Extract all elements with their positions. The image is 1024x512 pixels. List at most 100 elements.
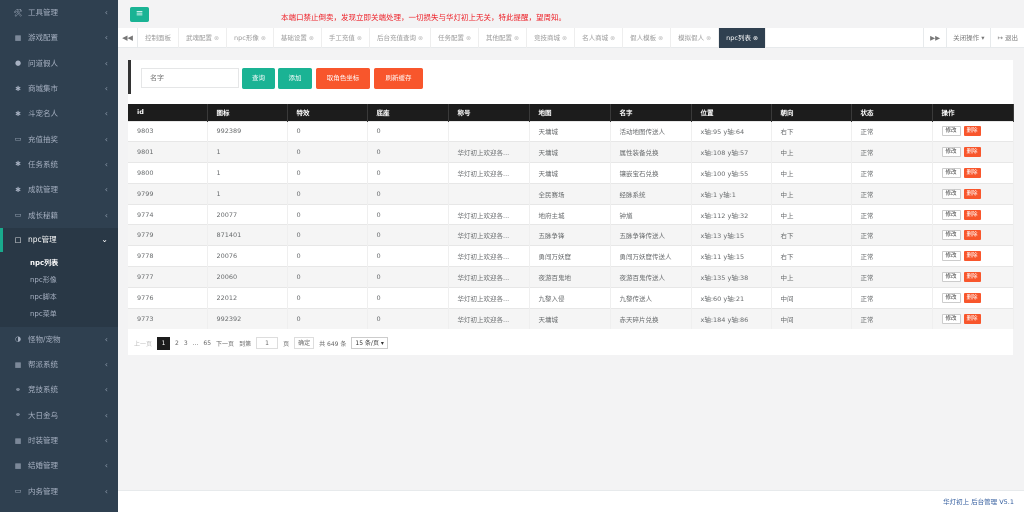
close-icon[interactable]: ⊗: [610, 35, 615, 42]
sidebar-item[interactable]: ◑ 怪物/宠物 ‹: [0, 327, 118, 352]
table-cell: 0: [367, 266, 449, 288]
add-button[interactable]: 添加: [278, 68, 312, 89]
tab[interactable]: 控制面板: [138, 27, 179, 48]
close-icon[interactable]: ⊗: [261, 35, 266, 42]
logout-button[interactable]: ↦ 退出: [990, 27, 1024, 48]
delete-button[interactable]: 删除: [963, 167, 981, 178]
edit-button[interactable]: 修改: [941, 313, 961, 324]
tab[interactable]: npc列表 ⊗: [719, 27, 767, 48]
edit-button[interactable]: 修改: [941, 126, 961, 137]
prev-page-button[interactable]: 上一页: [134, 339, 152, 348]
sidebar-item[interactable]: ▦ 时装管理 ‹: [0, 428, 118, 453]
close-icon[interactable]: ⊗: [418, 35, 423, 42]
chevron-left-icon: ‹: [104, 58, 108, 68]
close-icon[interactable]: ⊗: [658, 35, 663, 42]
sidebar-item-label: 问道假人: [28, 58, 58, 68]
chevron-left-icon: ‹: [104, 410, 108, 420]
delete-button[interactable]: 删除: [963, 292, 981, 303]
tab[interactable]: npc形像 ⊗: [227, 27, 274, 48]
edit-button[interactable]: 修改: [941, 209, 961, 220]
delete-button[interactable]: 删除: [963, 209, 981, 220]
sidebar-item[interactable]: ⚭ 竞技系统 ‹: [0, 377, 118, 402]
edit-button[interactable]: 修改: [941, 230, 961, 241]
tab[interactable]: 武魂配置 ⊗: [179, 27, 228, 48]
page-2-link[interactable]: 2: [175, 340, 179, 347]
page-3-link[interactable]: 3: [184, 340, 188, 347]
table-row: 9803 992389 0 0 天墉城 活动地图传送人 x轴:95 y轴:64 右下 正常 修改删…: [128, 120, 1014, 142]
tab[interactable]: 手工充值 ⊗: [322, 27, 370, 48]
tab-scroll-right-icon[interactable]: ▶▶: [923, 27, 946, 48]
close-icon[interactable]: ⊗: [706, 35, 711, 42]
table-cell: 中上: [771, 266, 852, 288]
tab[interactable]: 任务配置 ⊗: [431, 27, 480, 48]
table-cell: 20077: [207, 203, 288, 225]
sidebar-item[interactable]: ▦ 帮派系统 ‹: [0, 352, 118, 377]
close-icon[interactable]: ⊗: [309, 35, 314, 42]
delete-button[interactable]: 删除: [963, 188, 981, 199]
delete-button[interactable]: 删除: [963, 313, 981, 324]
menu-toggle-button[interactable]: ≡: [130, 7, 149, 22]
sidebar-item[interactable]: ▦ 游戏配置 ‹: [0, 25, 118, 50]
tab[interactable]: 名人商城 ⊗: [575, 27, 624, 48]
sidebar-item[interactable]: ⚭ 大日金乌 ‹: [0, 403, 118, 428]
sidebar-item[interactable]: ▭ 内务管理 ‹: [0, 478, 118, 503]
sidebar-item[interactable]: ● 问道假人 ‹: [0, 51, 118, 76]
sidebar-item[interactable]: 🛠 工具管理 ‹: [0, 0, 118, 25]
close-icon[interactable]: ⊗: [562, 35, 567, 42]
next-page-button[interactable]: 下一页: [216, 339, 234, 348]
sidebar-item[interactable]: ▦数据统计‹: [0, 504, 118, 512]
chevron-left-icon: ‹: [104, 109, 108, 119]
tab-label: 基础设置: [280, 33, 307, 42]
tab[interactable]: 竞技商城 ⊗: [527, 27, 576, 48]
delete-button[interactable]: 删除: [963, 147, 981, 158]
delete-button[interactable]: 删除: [963, 271, 981, 282]
sidebar-item[interactable]: ✱ 商城集市 ‹: [0, 76, 118, 101]
delete-button[interactable]: 删除: [963, 251, 981, 262]
sidebar-subitem[interactable]: npc脚本: [0, 289, 118, 306]
close-icon[interactable]: ⊗: [357, 35, 362, 42]
close-operations-menu[interactable]: 关闭操作 ▾: [946, 27, 990, 48]
tab[interactable]: 后台充值查询 ⊗: [370, 27, 431, 48]
sidebar-item[interactable]: ✱ 斗宠名人 ‹: [0, 101, 118, 126]
tab[interactable]: 其他配置 ⊗: [479, 27, 528, 48]
tab[interactable]: 模拟假人 ⊗: [671, 27, 720, 48]
sidebar-subitem[interactable]: npc列表: [0, 255, 118, 272]
close-icon[interactable]: ⊗: [214, 35, 219, 42]
edit-button[interactable]: 修改: [941, 292, 961, 303]
sidebar-item[interactable]: □ npc管理 ⌄: [0, 227, 118, 252]
tab[interactable]: 假人模板 ⊗: [623, 27, 672, 48]
edit-button[interactable]: 修改: [941, 167, 961, 178]
edit-button[interactable]: 修改: [941, 271, 961, 282]
actions-cell: 修改 删除: [932, 203, 1014, 225]
chevron-left-icon: ‹: [104, 385, 108, 395]
page-size-select[interactable]: 15 条/页 ▾: [351, 337, 388, 349]
edit-button[interactable]: 修改: [941, 147, 961, 158]
goto-confirm-button[interactable]: 确定: [294, 337, 315, 349]
last-page-link[interactable]: 65: [203, 340, 211, 347]
get-role-coordinates-button[interactable]: 取角色坐标: [316, 68, 370, 89]
tab[interactable]: 基础设置 ⊗: [274, 27, 322, 48]
sidebar-item[interactable]: ▭ 成长秘籍 ‹: [0, 202, 118, 227]
table-cell: 正常: [851, 245, 933, 267]
sidebar-subitem[interactable]: npc形像: [0, 272, 118, 289]
refresh-cache-button[interactable]: 刷新缓存: [374, 68, 423, 89]
goto-page-input[interactable]: 1: [256, 337, 279, 349]
sidebar-item[interactable]: ▭ 充值抽奖 ‹: [0, 126, 118, 151]
table-row: 9774 20077 0 0 华灯初上欢迎各... 地府主城 钟馗 x轴:112 y轴:32 中…: [128, 203, 1014, 225]
close-icon[interactable]: ⊗: [514, 35, 519, 42]
sidebar-item[interactable]: ✱ 成就管理 ‹: [0, 177, 118, 202]
sidebar-item[interactable]: ▦ 结婚管理 ‹: [0, 453, 118, 478]
close-icon[interactable]: ⊗: [466, 35, 471, 42]
table-cell: 中间: [771, 286, 852, 309]
name-search-input[interactable]: [141, 68, 239, 88]
sidebar-subitem[interactable]: npc菜单: [0, 306, 118, 323]
query-button[interactable]: 查询: [242, 68, 275, 89]
delete-button[interactable]: 删除: [963, 126, 981, 137]
sidebar-item[interactable]: ✱ 任务系统 ‹: [0, 152, 118, 177]
edit-button[interactable]: 修改: [941, 251, 961, 262]
close-icon[interactable]: ⊗: [753, 35, 758, 42]
column-header: 名字: [610, 104, 692, 121]
delete-button[interactable]: 删除: [963, 230, 981, 241]
edit-button[interactable]: 修改: [941, 188, 961, 199]
tab-scroll-left-icon[interactable]: ◀◀: [118, 27, 138, 48]
